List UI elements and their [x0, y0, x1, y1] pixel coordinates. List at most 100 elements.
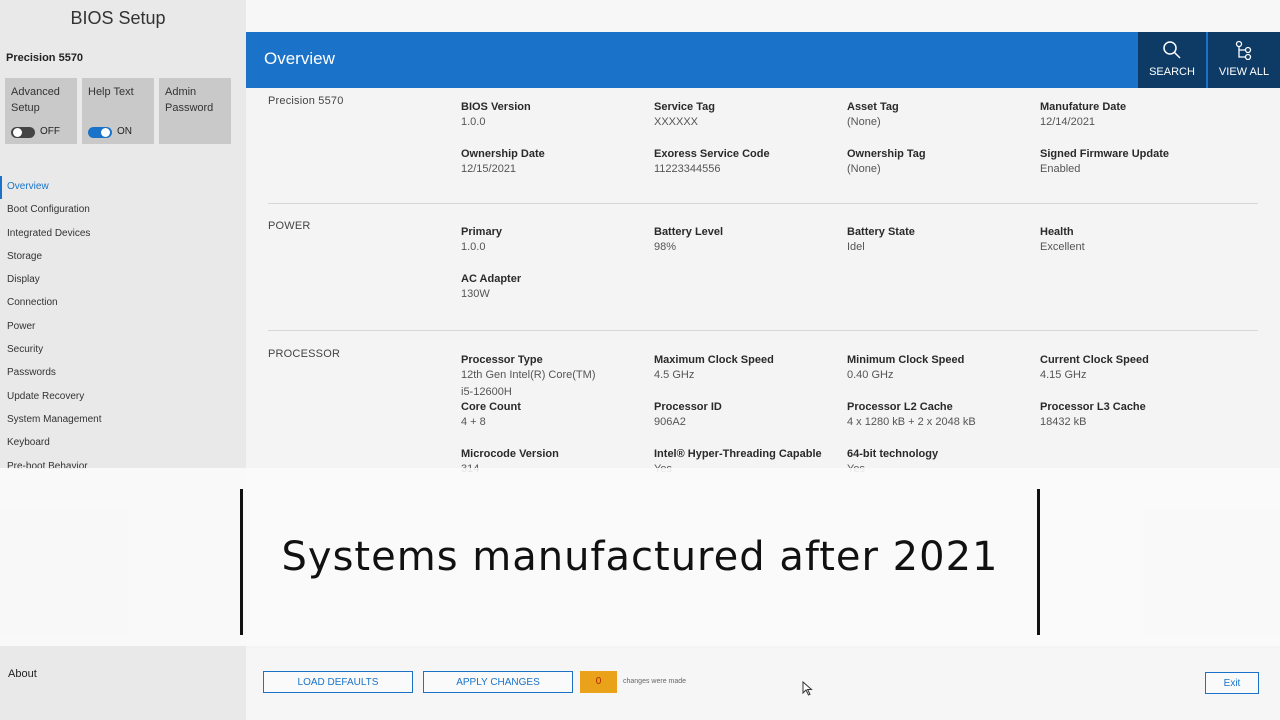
admin-password-tile[interactable]: Admin Password	[159, 78, 231, 144]
field-processor-l3-cache: Processor L3 Cache 18432 kB	[1040, 401, 1230, 429]
field-core-count: Core Count 4 + 8	[461, 401, 651, 429]
field-value: Excellent	[1040, 241, 1085, 253]
field-current-clock-speed: Current Clock Speed 4.15 GHz	[1040, 354, 1230, 382]
exit-button[interactable]: Exit	[1205, 672, 1259, 694]
field-battery-state: Battery State Idel	[847, 226, 1037, 254]
field-value: 4.15 GHz	[1040, 369, 1087, 381]
field-manufacture-date: Manufature Date 12/14/2021	[1040, 101, 1230, 129]
model-name: Precision 5570	[6, 52, 84, 64]
field-label: Microcode Version	[461, 448, 559, 460]
sidebar-item-power[interactable]: Power	[0, 316, 246, 339]
sidebar-item-about[interactable]: About	[8, 668, 37, 680]
view-all-button[interactable]: VIEW ALL	[1208, 32, 1280, 88]
field-value: 12/15/2021	[461, 163, 517, 175]
field-health: Health Excellent	[1040, 226, 1230, 254]
field-label: Health	[1040, 226, 1074, 238]
top-strip	[246, 0, 1280, 32]
field-label: Maximum Clock Speed	[654, 354, 774, 366]
apply-changes-button[interactable]: APPLY CHANGES	[423, 671, 573, 693]
sidebar-item-overview[interactable]: Overview	[0, 176, 246, 200]
field-value: XXXXXX	[654, 116, 699, 128]
section-label: POWER	[268, 220, 311, 232]
field-value: 12/14/2021	[1040, 116, 1096, 128]
caption-bar-right	[1037, 489, 1040, 635]
advanced-setup-toggle[interactable]: OFF	[11, 124, 60, 140]
bottom-action-bar: LOAD DEFAULTS APPLY CHANGES 0 changes we…	[246, 648, 1280, 720]
search-button[interactable]: SEARCH	[1138, 32, 1206, 88]
field-processor-id: Processor ID 906A2	[654, 401, 844, 429]
power-section: POWER Primary 1.0.0 Battery Level 98% Ba…	[268, 204, 1258, 331]
field-label: Battery Level	[654, 226, 724, 238]
sidebar-item-integrated-devices[interactable]: Integrated Devices	[0, 223, 246, 246]
sidebar-item-system-management[interactable]: System Management	[0, 409, 246, 432]
sidebar-nav: Overview Boot Configuration Integrated D…	[0, 176, 246, 479]
field-battery-level: Battery Level 98%	[654, 226, 844, 254]
mouse-cursor-icon	[802, 680, 813, 701]
help-text-tile[interactable]: Help Text ON	[82, 78, 154, 144]
system-section: Precision 5570 BIOS Version 1.0.0 Servic…	[268, 88, 1258, 204]
changes-count-badge: 0	[580, 671, 617, 693]
help-text-state: ON	[117, 126, 132, 137]
field-label: Processor L2 Cache	[847, 401, 953, 413]
field-ownership-date: Ownership Date 12/15/2021	[461, 148, 651, 176]
field-value: 98%	[654, 241, 677, 253]
hierarchy-icon	[1208, 40, 1280, 66]
toggle-switch-on[interactable]	[88, 126, 112, 138]
sidebar-item-security[interactable]: Security	[0, 339, 246, 362]
section-label: PROCESSOR	[268, 348, 341, 360]
field-value: 4 x 1280 kB + 2 x 2048 kB	[847, 416, 976, 428]
field-value: 1.0.0	[461, 116, 486, 128]
processor-section: PROCESSOR Processor Type 12th Gen Intel(…	[268, 331, 1258, 491]
field-value: 1.0.0	[461, 241, 486, 253]
field-label: AC Adapter	[461, 273, 522, 285]
page-header: Overview SEARCH VIEW ALL	[246, 32, 1280, 88]
field-label: Signed Firmware Update	[1040, 148, 1169, 160]
sidebar-item-boot-configuration[interactable]: Boot Configuration	[0, 199, 246, 222]
sidebar-item-storage[interactable]: Storage	[0, 246, 246, 269]
field-express-service-code: Exoress Service Code 11223344556	[654, 148, 844, 176]
advanced-setup-tile[interactable]: Advanced Setup OFF	[5, 78, 77, 144]
field-signed-firmware-update: Signed Firmware Update Enabled	[1040, 148, 1230, 176]
field-service-tag: Service Tag XXXXXX	[654, 101, 844, 129]
changes-text: changes were made	[623, 678, 687, 685]
field-label: Exoress Service Code	[654, 148, 770, 160]
page-title: Overview	[264, 49, 335, 68]
field-label: Primary	[461, 226, 502, 238]
field-value: 906A2	[654, 416, 686, 428]
field-bios-version: BIOS Version 1.0.0	[461, 101, 651, 129]
field-label: Current Clock Speed	[1040, 354, 1149, 366]
search-icon	[1138, 40, 1206, 66]
field-value: Idel	[847, 241, 865, 253]
load-defaults-button[interactable]: LOAD DEFAULTS	[263, 671, 413, 693]
field-label: Battery State	[847, 226, 915, 238]
field-label: Processor L3 Cache	[1040, 401, 1146, 413]
field-label: Processor ID	[654, 401, 722, 413]
field-label: Service Tag	[654, 101, 715, 113]
field-value: (None)	[847, 116, 881, 128]
admin-password-label: Admin Password	[165, 86, 214, 114]
overview-content: Precision 5570 BIOS Version 1.0.0 Servic…	[268, 88, 1258, 491]
sidebar-item-passwords[interactable]: Passwords	[0, 362, 246, 385]
field-value: 12th Gen Intel(R) Core(TM)	[461, 369, 596, 381]
sidebar-item-update-recovery[interactable]: Update Recovery	[0, 386, 246, 409]
sidebar-item-display[interactable]: Display	[0, 269, 246, 292]
toggle-switch-off[interactable]	[11, 126, 35, 138]
section-label: Precision 5570	[268, 95, 344, 107]
field-value: 4.5 GHz	[654, 369, 695, 381]
field-label: Ownership Date	[461, 148, 545, 160]
quick-tiles: Advanced Setup OFF Help Text ON Admin Pa…	[5, 78, 231, 144]
field-primary: Primary 1.0.0	[461, 226, 651, 254]
field-maximum-clock-speed: Maximum Clock Speed 4.5 GHz	[654, 354, 844, 382]
caption-text: Systems manufactured after 2021	[281, 534, 999, 580]
sidebar-item-keyboard[interactable]: Keyboard	[0, 432, 246, 455]
help-text-toggle[interactable]: ON	[88, 124, 132, 140]
field-asset-tag: Asset Tag (None)	[847, 101, 1037, 129]
sidebar-item-connection[interactable]: Connection	[0, 292, 246, 315]
field-label: Minimum Clock Speed	[847, 354, 965, 366]
field-processor-type: Processor Type 12th Gen Intel(R) Core(TM…	[461, 354, 651, 399]
field-value: 18432 kB	[1040, 416, 1087, 428]
field-processor-l2-cache: Processor L2 Cache 4 x 1280 kB + 2 x 204…	[847, 401, 1037, 429]
view-all-label: VIEW ALL	[1218, 66, 1270, 78]
caption-overlay: Systems manufactured after 2021	[0, 468, 1280, 646]
field-label: Core Count	[461, 401, 521, 413]
